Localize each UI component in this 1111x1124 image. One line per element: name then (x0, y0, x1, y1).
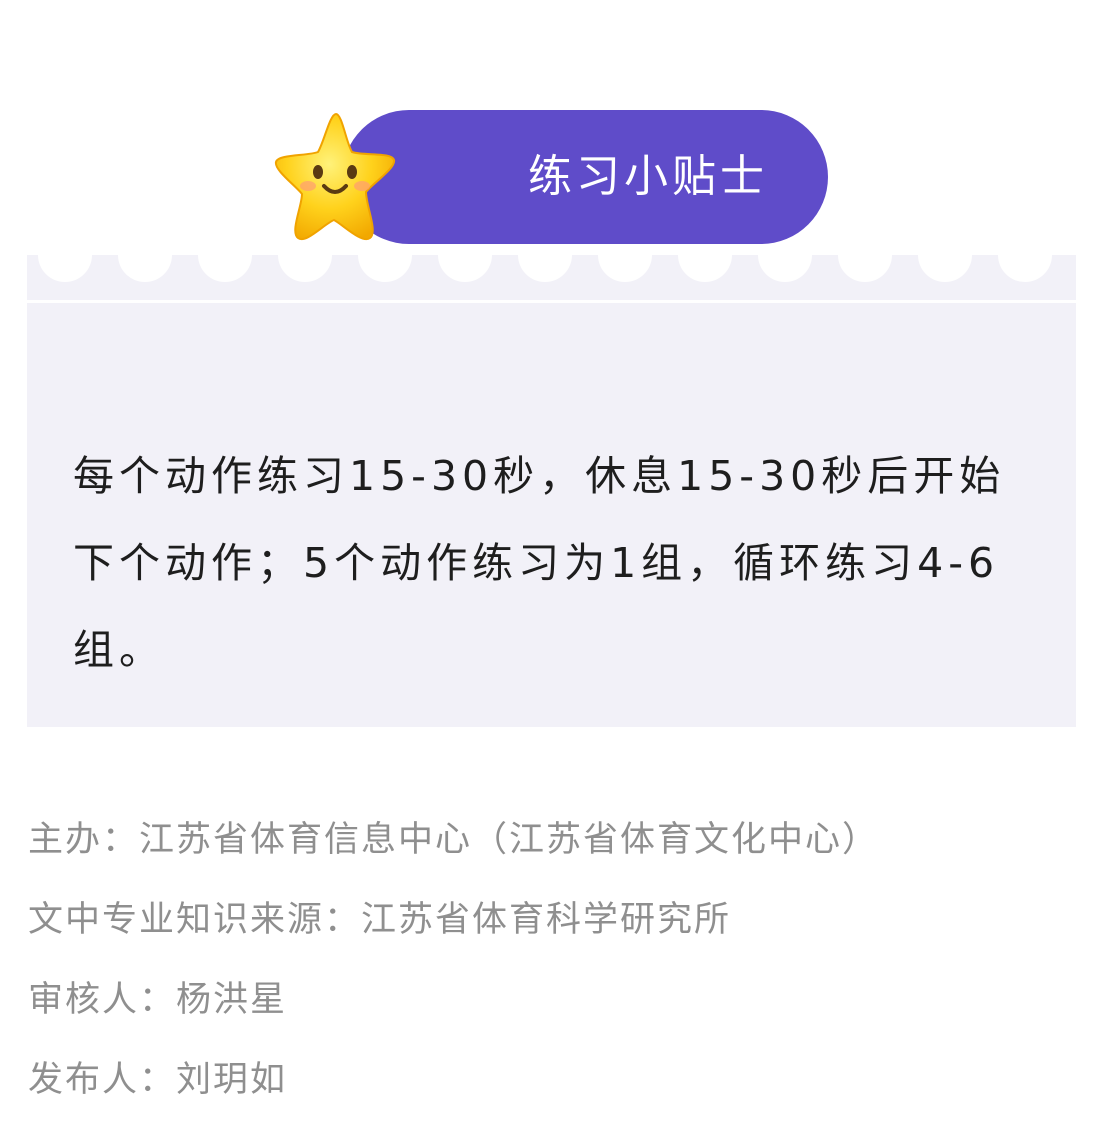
credit-publisher: 发布人：刘玥如 (28, 1060, 288, 1100)
tip-header: 练习小贴士 (272, 108, 850, 248)
credit-organizer: 主办：江苏省体育信息中心（江苏省体育文化中心） (28, 820, 880, 860)
credit-knowledge-source: 文中专业知识来源：江苏省体育科学研究所 (28, 900, 732, 940)
dot-icon (830, 168, 850, 188)
tip-body-text: 每个动作练习15-30秒，休息15-30秒后开始下个动作；5个动作练习为1组，循… (73, 452, 1006, 674)
tip-title-pill: 练习小贴士 (342, 110, 850, 244)
credits: 主办：江苏省体育信息中心（江苏省体育文化中心） 文中专业知识来源：江苏省体育科学… (28, 800, 1098, 1120)
tip-card: 每个动作练习15-30秒，休息15-30秒后开始下个动作；5个动作练习为1组，循… (27, 255, 1076, 727)
scallop-border (27, 255, 1076, 301)
credit-reviewer: 审核人：杨洪星 (28, 980, 288, 1020)
smiling-star-icon (274, 112, 395, 241)
card-divider (27, 300, 1076, 303)
tip-title: 练习小贴士 (528, 151, 768, 202)
